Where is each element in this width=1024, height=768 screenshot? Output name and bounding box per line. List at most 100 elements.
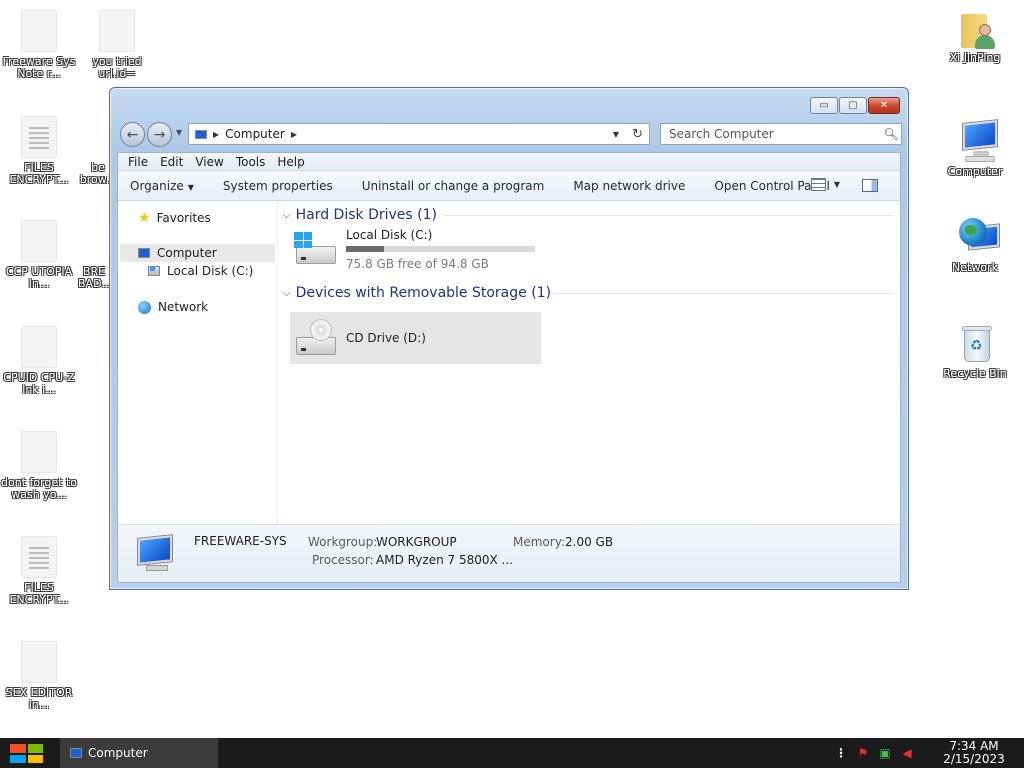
caption-buttons: ▭ ▢ ✕ xyxy=(809,97,900,114)
address-dropdown-icon[interactable]: ▼ xyxy=(613,130,619,139)
group-title: Devices with Removable Storage (1) xyxy=(295,285,552,301)
taskbar-item-computer[interactable]: Computer xyxy=(60,738,218,768)
address-bar[interactable]: ▶ Computer ▶ ▼ ↻ xyxy=(188,123,650,145)
drive-local-disk-c[interactable]: Local Disk (C:) 75.8 GB free of 94.8 GB xyxy=(290,228,535,271)
desktop-icon-recycle-bin[interactable]: ♻ Recycle Bin xyxy=(936,322,1014,380)
document-icon xyxy=(84,220,104,262)
group-header-hard-disk-drives[interactable]: ⌵ Hard Disk Drives (1) xyxy=(283,207,893,223)
view-details-icon xyxy=(810,178,826,191)
back-button[interactable]: ← xyxy=(120,122,145,147)
local-disk-icon xyxy=(290,228,340,270)
computer-icon xyxy=(195,129,207,139)
desktop-icon-ccp-utopia[interactable]: CCP UTOPIA In... xyxy=(0,220,78,290)
desktop-icon-bre-bad[interactable]: BRE BAD... xyxy=(78,220,110,290)
processor-label: Processor: xyxy=(312,553,374,567)
recycle-bin-icon: ♻ xyxy=(957,322,993,364)
chevron-right-icon[interactable]: ▶ xyxy=(291,130,297,139)
desktop-icon-files-encrypt[interactable]: FILES ENCRYPT... xyxy=(0,116,78,186)
desktop-icon-sex-editor[interactable]: SEX EDITOR in... xyxy=(0,641,78,711)
navigation-pane: ★ Favorites Computer Local Disk (C:) Net… xyxy=(118,202,278,533)
change-view-button[interactable]: ▼ xyxy=(810,178,840,191)
desktop-icon-computer[interactable]: Computer xyxy=(936,120,1014,178)
shortcut-icon xyxy=(21,326,57,368)
drive-cd-d[interactable]: CD Drive (D:) xyxy=(290,312,541,364)
start-button[interactable] xyxy=(10,744,43,763)
desktop-icon-files-encrypt-2[interactable]: FILES ENCRYPT... xyxy=(0,536,78,606)
forward-button[interactable]: → xyxy=(147,122,172,147)
desktop-icon-label: Xi JinPing xyxy=(949,52,1001,64)
document-icon xyxy=(99,10,135,52)
desktop-icon-label: Freeware Sys Note r... xyxy=(2,56,76,80)
command-bar: Organize ▼ System properties Uninstall or… xyxy=(118,171,900,201)
drive-free-space: 75.8 GB free of 94.8 GB xyxy=(346,257,489,271)
search-icon[interactable]: 🔍︎ xyxy=(881,127,901,141)
desktop-icon-label: FILES ENCRYPT... xyxy=(9,162,69,186)
desktop-icon-cpuid[interactable]: CPUID CPU-Z lnk i... xyxy=(0,326,78,396)
desktop-icon-label: BRE BAD... xyxy=(78,266,110,290)
map-network-drive-button[interactable]: Map network drive xyxy=(573,179,685,193)
search-input[interactable] xyxy=(661,127,881,141)
desktop-icon-network[interactable]: Network xyxy=(936,216,1014,274)
volume-muted-icon[interactable]: ◀ xyxy=(896,746,918,760)
nav-favorites[interactable]: ★ Favorites xyxy=(138,209,211,227)
document-icon xyxy=(21,10,57,52)
document-icon xyxy=(21,220,57,262)
group-title: Hard Disk Drives (1) xyxy=(295,207,437,223)
computer-icon xyxy=(957,120,997,162)
group-header-removable-storage[interactable]: ⌵ Devices with Removable Storage (1) xyxy=(283,285,893,301)
arrow-right-icon: → xyxy=(153,126,166,143)
clock[interactable]: 7:34 AM 2/15/2023 xyxy=(924,740,1024,766)
desktop-icon-xi-jinping[interactable]: Xi JinPing xyxy=(936,6,1014,64)
desktop-icon-dont-forget[interactable]: dont forget to wash yo... xyxy=(0,431,78,501)
document-icon xyxy=(88,116,108,158)
desktop-icon-label: you tried url.id= xyxy=(92,56,142,80)
menu-tools[interactable]: Tools xyxy=(230,155,272,169)
memory-label: Memory: xyxy=(513,535,565,549)
chevron-down-icon: ▼ xyxy=(187,182,194,192)
action-center-flag-icon[interactable]: ⚑ xyxy=(852,746,874,760)
preview-pane-button[interactable] xyxy=(862,179,878,192)
navigation-row: ← → ▼ ▶ Computer ▶ ▼ ↻ 🔍︎ xyxy=(118,122,902,147)
menu-file[interactable]: File xyxy=(122,155,154,169)
nav-network-label: Network xyxy=(158,300,209,314)
menu-help[interactable]: Help xyxy=(271,155,310,169)
text-document-icon xyxy=(21,536,57,578)
network-status-icon[interactable]: ▣ xyxy=(874,746,896,760)
user-folder-icon xyxy=(957,6,995,49)
group-divider xyxy=(443,215,893,216)
cd-drive-icon xyxy=(290,317,340,359)
nav-computer-label: Computer xyxy=(157,246,217,260)
content-pane: ⌵ Hard Disk Drives (1) Local Disk (C:) 7… xyxy=(283,202,896,533)
star-icon: ★ xyxy=(138,210,151,226)
arrow-left-icon: ← xyxy=(126,126,139,143)
maximize-button[interactable]: ▢ xyxy=(839,97,867,114)
close-button[interactable]: ✕ xyxy=(868,97,900,114)
drive-name: Local Disk (C:) xyxy=(346,228,433,242)
desktop-icon-url[interactable]: you tried url.id= xyxy=(78,10,156,80)
network-icon xyxy=(957,216,999,258)
system-tray: ⋮ ⚑ ▣ ◀ 7:34 AM 2/15/2023 xyxy=(830,738,1024,768)
more-icon[interactable]: ⋮ xyxy=(830,746,852,760)
menu-view[interactable]: View xyxy=(189,155,229,169)
nav-local-disk[interactable]: Local Disk (C:) xyxy=(148,262,253,280)
recent-pages-dropdown[interactable]: ▼ xyxy=(176,128,182,137)
breadcrumb-computer[interactable]: Computer xyxy=(225,127,285,141)
nav-network[interactable]: Network xyxy=(138,298,208,316)
explorer-window: ▭ ▢ ✕ ← → ▼ ▶ Computer ▶ ▼ ↻ 🔍︎ File Edi… xyxy=(109,87,909,590)
group-divider xyxy=(551,293,893,294)
uninstall-program-button[interactable]: Uninstall or change a program xyxy=(362,179,545,193)
computer-name: FREEWARE-SYS xyxy=(194,534,287,548)
chevron-right-icon[interactable]: ▶ xyxy=(213,130,219,139)
organize-button[interactable]: Organize ▼ xyxy=(130,179,194,193)
network-icon xyxy=(138,300,151,314)
taskbar-item-label: Computer xyxy=(88,746,148,760)
refresh-icon[interactable]: ↻ xyxy=(632,127,643,142)
nav-favorites-label: Favorites xyxy=(156,211,211,225)
desktop-icon-label: FILES ENCRYPT... xyxy=(9,582,69,606)
search-box[interactable]: 🔍︎ xyxy=(660,123,902,145)
system-properties-button[interactable]: System properties xyxy=(223,179,333,193)
nav-computer[interactable]: Computer xyxy=(120,244,275,262)
minimize-button[interactable]: ▭ xyxy=(810,97,838,114)
menu-edit[interactable]: Edit xyxy=(154,155,189,169)
desktop-icon-freeware-note[interactable]: Freeware Sys Note r... xyxy=(0,10,78,80)
